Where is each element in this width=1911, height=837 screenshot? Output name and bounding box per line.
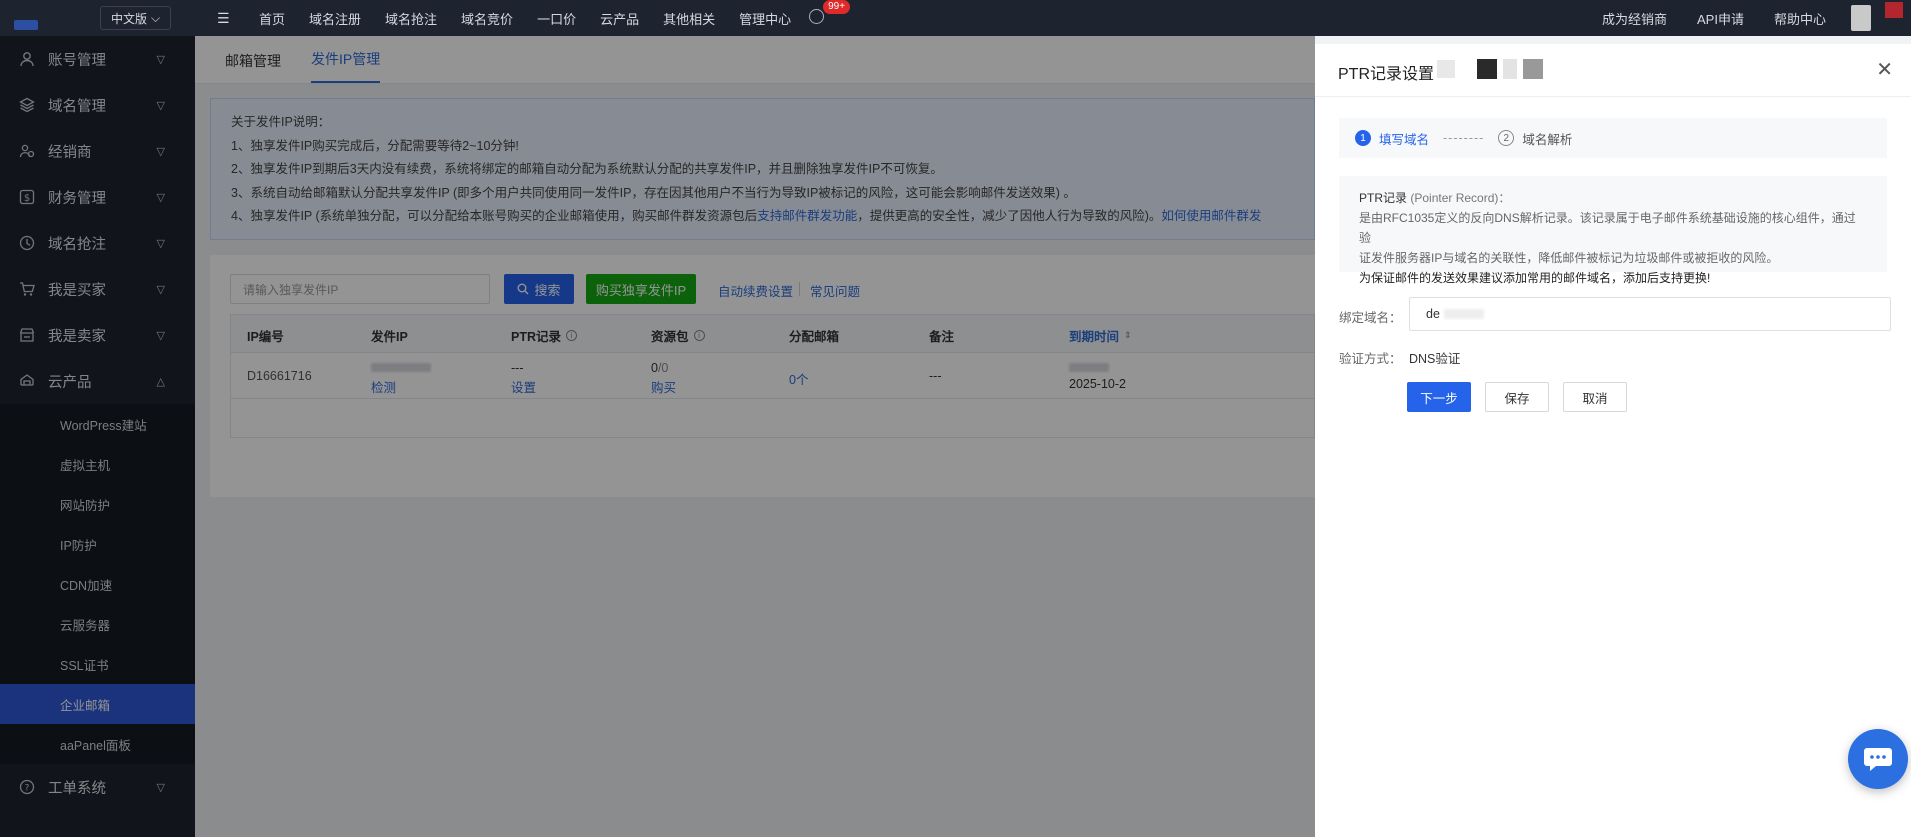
domain-value: de: [1426, 307, 1440, 321]
language-select[interactable]: 中文版 ⌵: [100, 6, 172, 30]
modal-overlay[interactable]: [0, 36, 1315, 837]
next-step-button[interactable]: 下一步: [1407, 382, 1471, 412]
message-button[interactable]: 99+: [809, 0, 851, 27]
nav-cloud-products[interactable]: 云产品: [588, 9, 651, 28]
nav-api-apply[interactable]: API申请: [1682, 9, 1759, 28]
main-nav: ☰ 首页 域名注册 域名抢注 域名竞价 一口价 云产品 其他相关 管理中心 99…: [217, 0, 851, 28]
close-icon[interactable]: ✕: [1876, 57, 1893, 82]
title-redacted: [1437, 59, 1543, 79]
notification-flag: [1885, 2, 1903, 18]
ptr-heading: PTR记录 (Pointer Record)：: [1359, 188, 1867, 208]
domain-field-label: 绑定域名：: [1339, 311, 1402, 325]
top-navbar: 中文版 ⌵ ☰ 首页 域名注册 域名抢注 域名竞价 一口价 云产品 其他相关 管…: [0, 0, 1911, 36]
nav-domain-register[interactable]: 域名注册: [297, 9, 373, 28]
drawer-title: PTR记录设置: [1338, 66, 1435, 83]
step-label-fill-domain: 填写域名: [1379, 132, 1430, 147]
chat-icon: [1864, 748, 1892, 771]
ptr-description: PTR记录 (Pointer Record)： 是由RFC1035定义的反向DN…: [1339, 176, 1887, 285]
verify-method-value: DNS验证: [1409, 352, 1461, 366]
cancel-button[interactable]: 取消: [1563, 382, 1627, 412]
nav-domain-auction[interactable]: 域名竞价: [449, 9, 525, 28]
menu-toggle-icon[interactable]: ☰: [217, 10, 233, 27]
ptr-settings-drawer: PTR记录设置 ✕ 1 填写域名 -------- 2 域名解析 PTR记录 (…: [1315, 44, 1911, 837]
ptr-warning: 为保证邮件的发送效果建议添加常用的邮件域名，添加后支持更换!: [1359, 271, 1711, 285]
nav-other[interactable]: 其他相关: [651, 9, 727, 28]
message-icon: [809, 9, 825, 24]
step-number: 1: [1355, 130, 1371, 146]
save-button[interactable]: 保存: [1485, 382, 1549, 412]
domain-value-redacted: [1443, 309, 1484, 319]
avatar[interactable]: [1851, 5, 1871, 31]
step-number: 2: [1498, 130, 1515, 146]
ptr-title: PTR记录: [1359, 191, 1408, 205]
nav-become-reseller[interactable]: 成为经销商: [1587, 9, 1682, 28]
nav-domain-snap[interactable]: 域名抢注: [373, 9, 449, 28]
nav-home[interactable]: 首页: [247, 9, 297, 28]
top-right-nav: 成为经销商 API申请 帮助中心: [1587, 0, 1911, 36]
chat-support-button[interactable]: [1848, 729, 1908, 789]
nav-fixed-price[interactable]: 一口价: [525, 9, 588, 28]
drawer-header: PTR记录设置 ✕: [1315, 44, 1911, 97]
logo[interactable]: [14, 20, 38, 30]
ptr-desc: 证发件服务器IP与域名的关联性，降低邮件被标记为垃圾邮件或被拒收的风险。: [1359, 251, 1779, 265]
ptr-title-en: (Pointer Record)：: [1410, 191, 1511, 205]
logo-area: 中文版 ⌵: [0, 0, 195, 36]
message-badge: 99+: [823, 0, 851, 14]
nav-management-center[interactable]: 管理中心: [727, 9, 803, 28]
ptr-desc: 是由RFC1035定义的反向DNS解析记录。该记录属于电子邮件系统基础设施的核心…: [1359, 211, 1856, 245]
step-indicator: 1 填写域名 -------- 2 域名解析: [1339, 118, 1887, 158]
chevron-down-icon: ⌵: [151, 10, 161, 25]
bind-domain-input[interactable]: de: [1409, 297, 1891, 331]
language-label: 中文版: [111, 11, 148, 26]
step-label-dns: 域名解析: [1522, 132, 1573, 147]
step-connector: --------: [1443, 131, 1485, 145]
verify-method-label: 验证方式：: [1339, 352, 1402, 366]
nav-help-center[interactable]: 帮助中心: [1759, 9, 1841, 28]
